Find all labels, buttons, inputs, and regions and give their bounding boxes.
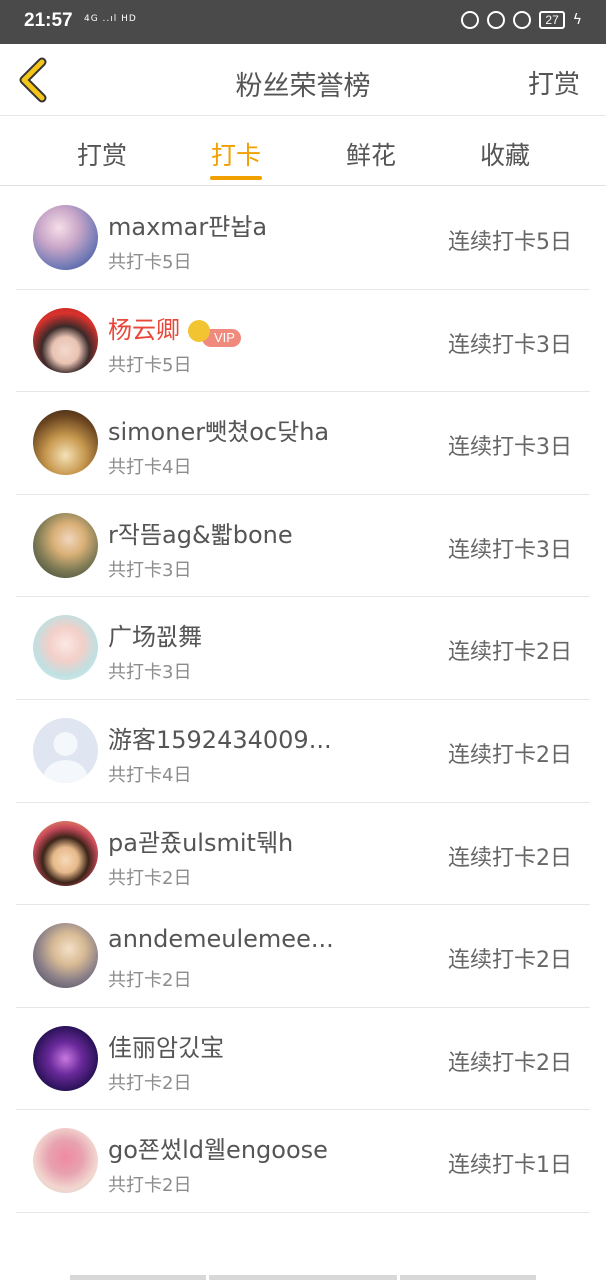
avatar	[33, 205, 98, 270]
total-checkins: 共打卡3日	[108, 559, 192, 581]
tab-flowers[interactable]: 鲜花	[331, 136, 411, 172]
bottom-bar-hint	[209, 1275, 397, 1280]
avatar	[33, 923, 98, 989]
avatar	[33, 1128, 98, 1194]
streak-days: 连续打卡2日	[448, 948, 572, 974]
list-item[interactable]: 佳丽암깄宝 共打卡2日 连续打卡2日	[16, 1008, 590, 1111]
total-checkins: 共打卡2日	[108, 1175, 192, 1197]
list-item[interactable]: maxmar퍈놥a 共打卡5日 连续打卡5日	[16, 187, 590, 290]
ranking-list: maxmar퍈놥a 共打卡5日 连续打卡5日 杨云卿 VIP 共打卡5日 连续打卡…	[0, 187, 606, 1213]
streak-days: 连续打卡2日	[448, 845, 572, 871]
total-checkins: 共打卡5日	[108, 252, 192, 273]
bottom-bar-hint	[70, 1275, 206, 1280]
total-checkins: 共打卡2日	[108, 970, 192, 992]
status-time: 21:57	[24, 10, 73, 31]
total-checkins: 共打卡4日	[108, 764, 192, 786]
user-name: 佳丽암깄宝	[108, 1033, 225, 1062]
list-item[interactable]: go쬰썼ld웰engoose 共打卡2日 连续打卡1日	[16, 1110, 590, 1213]
signal-icon: 4G ..ıl HD	[84, 14, 137, 24]
streak-days: 连续打卡1日	[448, 1153, 572, 1179]
total-checkins: 共打卡2日	[108, 1072, 192, 1094]
crown-icon	[188, 319, 210, 342]
list-item[interactable]: 游客1592434009... 共打卡4日 连续打卡2日	[16, 700, 590, 803]
tab-bar: 打赏 打卡 鲜花 收藏	[0, 116, 606, 186]
avatar	[33, 512, 98, 578]
streak-days: 连续打卡5日	[448, 230, 572, 255]
streak-days: 连续打卡3日	[448, 435, 572, 461]
status-icons: 27 ϟ	[461, 11, 582, 29]
avatar	[33, 820, 98, 886]
user-name: 游客1592434009...	[108, 725, 332, 754]
reward-button[interactable]: 打赏	[528, 64, 580, 101]
user-name: pa괃죴ulsmit뒊h	[108, 828, 294, 857]
user-name-text: 杨云卿	[108, 315, 180, 344]
avatar	[33, 307, 98, 373]
streak-days: 连续打卡2日	[448, 640, 572, 666]
streak-days: 连续打卡3日	[448, 537, 572, 563]
default-user-icon	[43, 731, 88, 783]
list-item[interactable]: pa괃죴ulsmit뒊h 共打卡2日 连续打卡2日	[16, 803, 590, 906]
user-name: simoner뺏쳤oc닺ha	[108, 418, 330, 447]
list-item[interactable]: 广场꾒舞 共打卡3日 连续打卡2日	[16, 597, 590, 700]
list-item[interactable]: anndemeulemee... 共打卡2日 连续打卡2日	[16, 905, 590, 1008]
list-item[interactable]: simoner뺏쳤oc닺ha 共打卡4日 连续打卡3日	[16, 392, 590, 495]
streak-days: 连续打卡2日	[448, 1050, 572, 1076]
user-name: 广场꾒舞	[108, 623, 203, 652]
list-item[interactable]: r작뜸ag&뽧bone 共打卡3日 连续打卡3日	[16, 495, 590, 598]
total-checkins: 共打卡3日	[108, 662, 192, 684]
user-name: r작뜸ag&뽧bone	[108, 520, 293, 549]
vip-badge: VIP	[188, 319, 241, 347]
streak-days: 连续打卡3日	[448, 332, 572, 358]
page-title: 粉丝荣誉榜	[235, 71, 371, 102]
avatar	[33, 410, 98, 476]
list-item[interactable]: 杨云卿 VIP 共打卡5日 连续打卡3日	[16, 290, 590, 393]
tab-checkin[interactable]: 打卡	[196, 136, 276, 172]
total-checkins: 共打卡2日	[108, 867, 192, 889]
alarm-icon	[513, 11, 532, 29]
avatar	[33, 615, 98, 681]
total-checkins: 共打卡4日	[108, 457, 192, 479]
charging-icon: ϟ	[572, 12, 582, 28]
tab-favorites[interactable]: 收藏	[465, 136, 545, 172]
streak-days: 连续打卡2日	[448, 742, 572, 768]
tab-reward[interactable]: 打赏	[62, 136, 142, 172]
navigation-bar: 粉丝荣誉榜 打赏	[0, 44, 606, 116]
avatar	[33, 717, 98, 783]
bottom-bar-hint	[400, 1275, 536, 1280]
active-tab-indicator	[210, 176, 262, 180]
user-name: maxmar퍈놥a	[108, 213, 268, 241]
battery-icon: 27	[539, 11, 565, 29]
lock-icon	[487, 11, 506, 29]
status-bar: 21:57 4G ..ıl HD 27 ϟ	[0, 0, 606, 44]
vibrate-icon	[461, 11, 480, 29]
user-name: 杨云卿 VIP	[108, 310, 241, 347]
avatar	[33, 1025, 98, 1091]
user-name: go쬰썼ld웰engoose	[108, 1136, 328, 1165]
total-checkins: 共打卡5日	[108, 354, 192, 376]
user-name: anndemeulemee...	[108, 925, 334, 954]
